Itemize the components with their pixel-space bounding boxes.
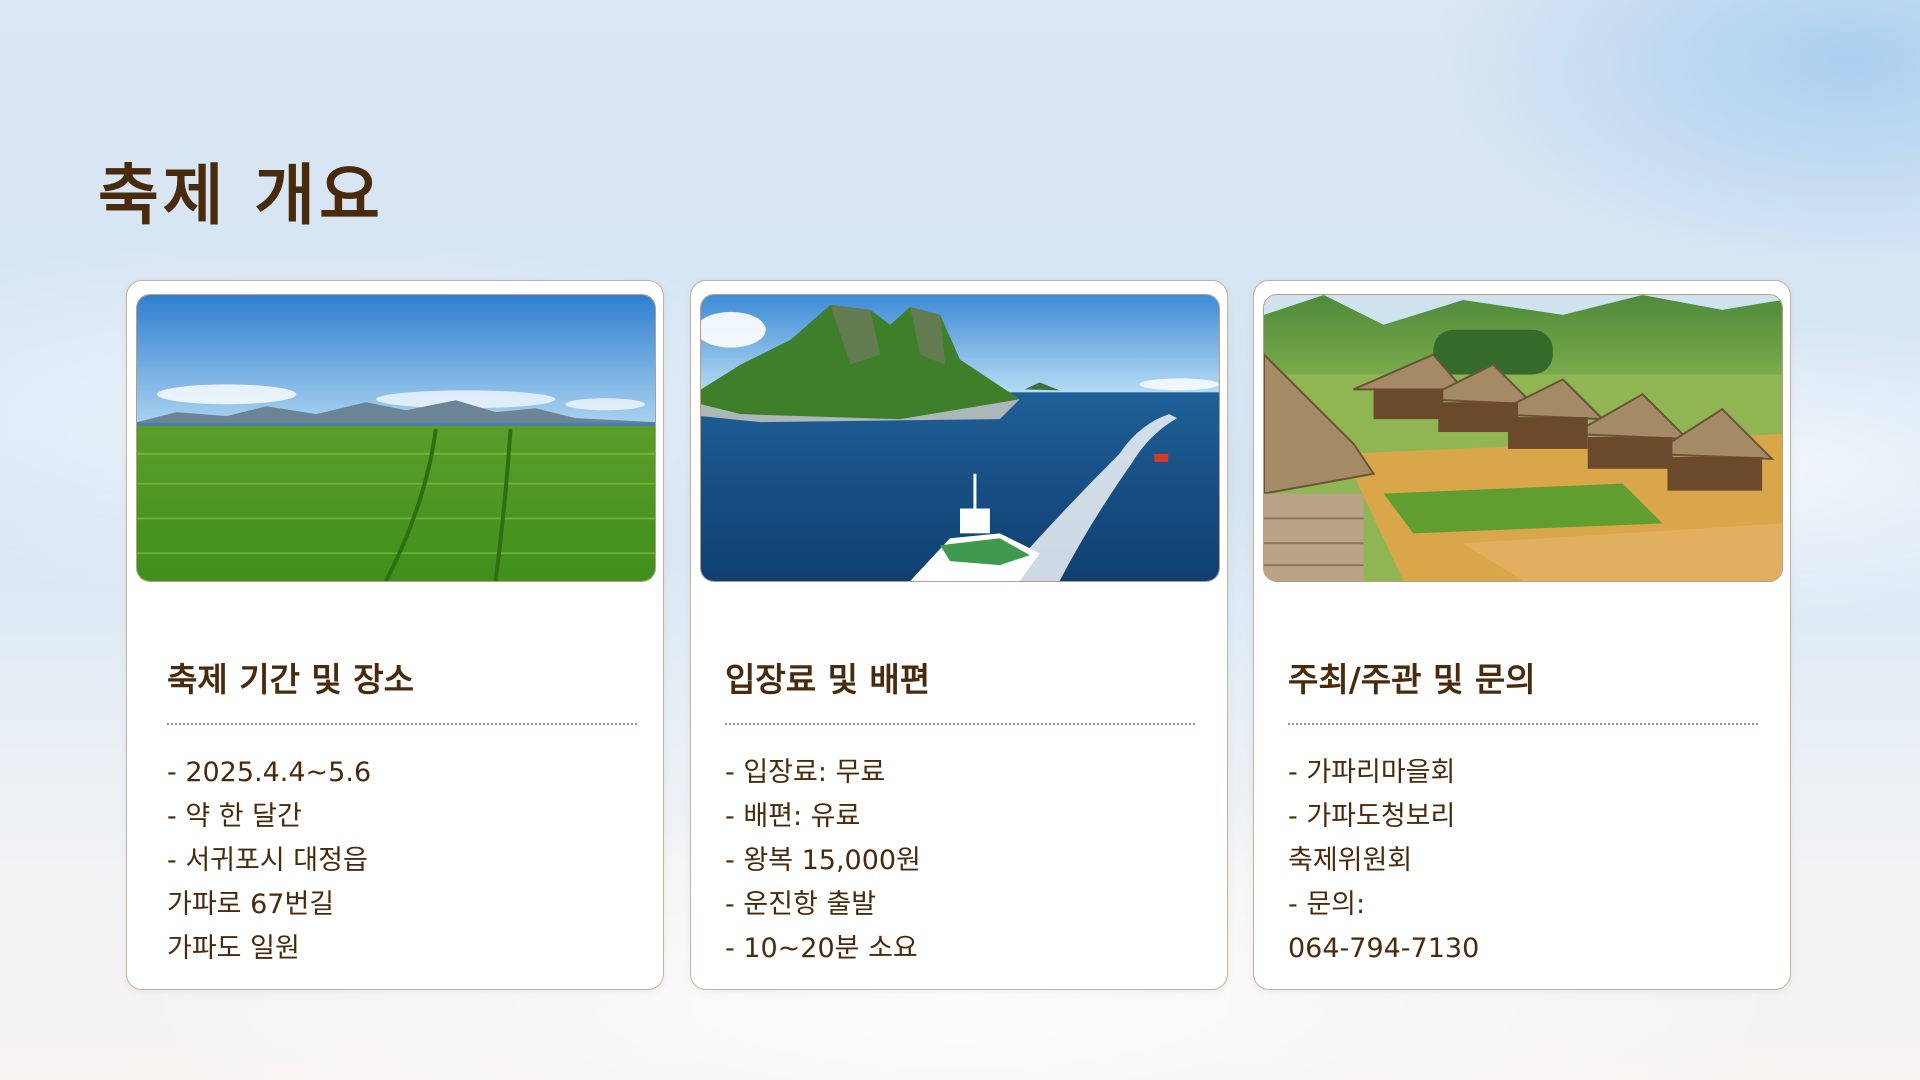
barley-field-image	[136, 294, 656, 582]
detail-line: - 약 한 달간	[167, 801, 302, 832]
detail-line: - 서귀포시 대정읍	[167, 845, 368, 876]
detail-line: 축제위원회	[1288, 845, 1413, 876]
divider	[1288, 723, 1758, 725]
divider	[725, 723, 1195, 725]
detail-line: - 가파리마을회	[1288, 757, 1456, 788]
detail-line: - 운진항 출발	[725, 889, 877, 920]
detail-line: 064-794-7130	[1288, 933, 1480, 964]
page-title: 축제 개요	[98, 156, 384, 234]
detail-line: - 왕복 15,000원	[725, 845, 921, 876]
detail-line: - 10~20분 소요	[725, 933, 918, 964]
detail-line: - 입장료: 무료	[725, 757, 886, 788]
overview-cards: 축제 기간 및 장소 - 2025.4.4~5.6 - 약 한 달간 - 서귀포…	[126, 280, 1794, 992]
card-period-location: 축제 기간 및 장소 - 2025.4.4~5.6 - 약 한 달간 - 서귀포…	[126, 280, 664, 990]
card-fee-ferry: 입장료 및 배편 - 입장료: 무료 - 배편: 유료 - 왕복 15,000원…	[690, 280, 1228, 990]
detail-line: 가파도 일원	[167, 933, 300, 964]
card-heading: 입장료 및 배편	[725, 660, 931, 699]
detail-line: 가파로 67번길	[167, 889, 335, 920]
card-host-contact: 주최/주관 및 문의 - 가파리마을회 - 가파도청보리 축제위원회 - 문의:…	[1253, 280, 1791, 990]
card-heading: 주최/주관 및 문의	[1288, 660, 1536, 699]
detail-line: - 문의:	[1288, 889, 1366, 920]
divider	[167, 723, 637, 725]
detail-line: - 2025.4.4~5.6	[167, 757, 372, 788]
card-details: - 가파리마을회 - 가파도청보리 축제위원회 - 문의: 064-794-71…	[1288, 751, 1758, 971]
village-image	[1263, 294, 1783, 582]
detail-line: - 가파도청보리	[1288, 801, 1456, 832]
card-details: - 2025.4.4~5.6 - 약 한 달간 - 서귀포시 대정읍 가파로 6…	[167, 751, 637, 971]
card-heading: 축제 기간 및 장소	[167, 660, 414, 699]
card-details: - 입장료: 무료 - 배편: 유료 - 왕복 15,000원 - 운진항 출발…	[725, 751, 1195, 971]
island-ferry-image	[700, 294, 1220, 582]
detail-line: - 배편: 유료	[725, 801, 861, 832]
